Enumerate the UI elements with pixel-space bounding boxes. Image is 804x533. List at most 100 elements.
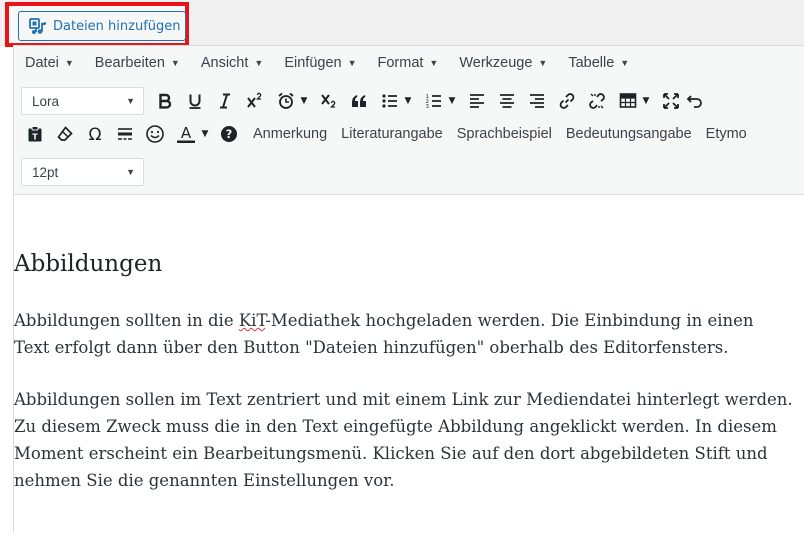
caret-down-icon: ▼ xyxy=(620,58,630,68)
bedeutungsangabe-button[interactable]: Bedeutungsangabe xyxy=(559,120,699,148)
text-color-button[interactable]: A ▼ xyxy=(170,120,214,148)
svg-text:Ω: Ω xyxy=(89,125,102,143)
horizontal-rule-icon xyxy=(118,128,132,140)
anmerkung-button[interactable]: Anmerkung xyxy=(246,120,334,148)
numbered-list-icon: 123 xyxy=(425,94,441,110)
menu-label: Einfügen xyxy=(284,55,342,71)
undo-button[interactable] xyxy=(686,87,704,115)
literaturangabe-button[interactable]: Literaturangabe xyxy=(334,120,450,148)
font-family-value: Lora xyxy=(32,93,60,109)
remove-link-button[interactable] xyxy=(582,87,612,115)
help-icon: ? xyxy=(221,126,237,142)
highlight-box: Dateien hinzufügen xyxy=(5,2,189,47)
menu-einfuegen[interactable]: Einfügen ▼ xyxy=(273,55,366,71)
caret-down-icon: ▼ xyxy=(126,96,135,106)
subscript-button[interactable] xyxy=(314,87,344,115)
align-center-button[interactable] xyxy=(492,87,522,115)
editor-menubar: Datei ▼ Bearbeiten ▼ Ansicht ▼ Einfügen ▼ Fo… xyxy=(14,52,639,74)
bold-button[interactable] xyxy=(150,87,180,115)
toolbar-row-2: T Ω A ▼ ? Anmerkung Literaturangabe Spra… xyxy=(14,119,754,149)
paragraph-text: Abbildungen sollten in die xyxy=(14,311,239,330)
bullet-list-icon xyxy=(381,94,397,108)
menu-label: Tabelle xyxy=(568,55,615,71)
menu-label: Ansicht xyxy=(200,55,249,71)
undo-icon xyxy=(686,95,702,108)
spellcheck-word[interactable]: KiT xyxy=(239,311,265,330)
menu-tabelle[interactable]: Tabelle ▼ xyxy=(557,55,639,71)
caret-down-icon: ▼ xyxy=(254,58,264,68)
emoticons-button[interactable] xyxy=(140,120,170,148)
italic-icon xyxy=(220,93,230,109)
fullscreen-icon xyxy=(663,93,679,109)
menu-werkzeuge[interactable]: Werkzeuge ▼ xyxy=(448,55,557,71)
unlink-icon xyxy=(589,93,605,109)
font-family-select[interactable]: Lora ▼ xyxy=(21,87,144,115)
quote-icon xyxy=(352,95,366,107)
align-right-icon xyxy=(530,94,544,108)
caret-down-icon: ▼ xyxy=(201,129,209,139)
menu-format[interactable]: Format ▼ xyxy=(367,55,449,71)
caret-down-icon: ▼ xyxy=(429,58,439,68)
add-media-button[interactable]: Dateien hinzufügen xyxy=(18,11,186,41)
add-media-icon xyxy=(29,17,47,35)
svg-text:A: A xyxy=(180,124,191,142)
content-paragraph-1: Abbildungen sollten in die KiT-Mediathek… xyxy=(14,307,794,361)
blockquote-button[interactable] xyxy=(344,87,374,115)
toolbar-row-3: 12pt ▼ xyxy=(14,157,144,187)
superscript-icon xyxy=(247,92,262,108)
font-size-value: 12pt xyxy=(32,164,59,180)
caret-down-icon: ▼ xyxy=(300,96,308,106)
table-button[interactable]: ▼ xyxy=(612,87,656,115)
underline-button[interactable] xyxy=(180,87,210,115)
font-size-select[interactable]: 12pt ▼ xyxy=(21,158,144,186)
caret-down-icon: ▼ xyxy=(538,58,548,68)
clipboard-icon: T xyxy=(28,126,42,142)
superscript-button[interactable] xyxy=(240,87,270,115)
align-right-button[interactable] xyxy=(522,87,552,115)
menu-bearbeiten[interactable]: Bearbeiten ▼ xyxy=(84,55,190,71)
caret-down-icon: ▼ xyxy=(404,96,412,106)
help-button[interactable]: ? xyxy=(214,120,244,148)
horizontal-rule-button[interactable] xyxy=(110,120,140,148)
alarm-clock-icon xyxy=(277,92,294,109)
align-left-button[interactable] xyxy=(462,87,492,115)
align-left-icon xyxy=(470,94,484,108)
bullet-list-button[interactable]: ▼ xyxy=(374,87,418,115)
caret-down-icon: ▼ xyxy=(126,167,135,177)
fullscreen-button[interactable] xyxy=(656,87,686,115)
timestamp-button[interactable]: ▼ xyxy=(270,87,314,115)
table-icon xyxy=(619,93,636,108)
editor-frame: Datei ▼ Bearbeiten ▼ Ansicht ▼ Einfügen ▼ Fo… xyxy=(13,45,804,533)
content-heading: Abbildungen xyxy=(14,251,163,277)
menu-label: Bearbeiten xyxy=(94,55,165,71)
clear-formatting-button[interactable] xyxy=(50,120,80,148)
editor-toolbar: Datei ▼ Bearbeiten ▼ Ansicht ▼ Einfügen ▼ Fo… xyxy=(14,46,804,195)
omega-icon: Ω xyxy=(89,125,102,143)
etymologie-button[interactable]: Etymo xyxy=(699,120,754,148)
svg-text:3: 3 xyxy=(425,104,429,110)
underline-icon xyxy=(189,94,201,109)
paste-text-button[interactable]: T xyxy=(20,120,50,148)
subscript-icon xyxy=(321,94,336,108)
bold-icon xyxy=(159,93,172,109)
smiley-icon xyxy=(146,125,164,143)
svg-text:T: T xyxy=(32,133,38,142)
text-color-icon: A xyxy=(176,124,195,143)
italic-button[interactable] xyxy=(210,87,240,115)
eraser-icon xyxy=(57,126,73,141)
menu-datei[interactable]: Datei ▼ xyxy=(14,55,84,71)
numbered-list-button[interactable]: 123 ▼ xyxy=(418,87,462,115)
toolbar-row-1: Lora ▼ ▼ ▼ 1 2 3 ▼ ▼ xyxy=(14,86,704,116)
insert-link-button[interactable] xyxy=(552,87,582,115)
sprachbeispiel-button[interactable]: Sprachbeispiel xyxy=(450,120,559,148)
align-center-icon xyxy=(500,94,514,108)
menu-ansicht[interactable]: Ansicht ▼ xyxy=(190,55,273,71)
add-media-label: Dateien hinzufügen xyxy=(53,18,181,34)
menu-label: Werkzeuge xyxy=(459,55,533,71)
special-character-button[interactable]: Ω xyxy=(80,120,110,148)
caret-down-icon: ▼ xyxy=(170,58,180,68)
caret-down-icon: ▼ xyxy=(642,96,650,106)
content-paragraph-2: Abbildungen sollen im Text zentriert und… xyxy=(14,390,793,490)
menu-label: Format xyxy=(377,55,424,71)
caret-down-icon: ▼ xyxy=(448,96,456,106)
